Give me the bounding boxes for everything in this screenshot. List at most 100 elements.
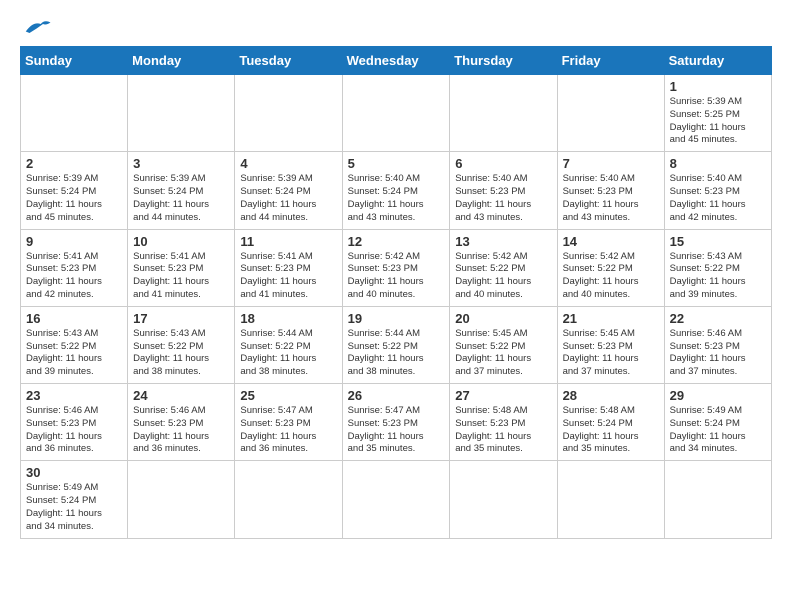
day-info: Sunrise: 5:45 AM Sunset: 5:23 PM Dayligh… bbox=[563, 328, 659, 379]
calendar-cell: 10Sunrise: 5:41 AM Sunset: 5:23 PM Dayli… bbox=[128, 229, 235, 306]
day-info: Sunrise: 5:46 AM Sunset: 5:23 PM Dayligh… bbox=[133, 405, 229, 456]
calendar-cell bbox=[450, 461, 557, 538]
day-info: Sunrise: 5:39 AM Sunset: 5:24 PM Dayligh… bbox=[26, 173, 122, 224]
day-info: Sunrise: 5:40 AM Sunset: 5:23 PM Dayligh… bbox=[670, 173, 766, 224]
calendar-cell: 11 Sunrise: 5:41 AM Sunset: 5:23 PM Dayli… bbox=[235, 229, 342, 306]
calendar-cell bbox=[450, 75, 557, 152]
calendar-cell bbox=[235, 461, 342, 538]
calendar-cell: 24 Sunrise: 5:46 AM Sunset: 5:23 PM Dayli… bbox=[128, 384, 235, 461]
calendar-cell: 30Sunrise: 5:49 AM Sunset: 5:24 PM Dayli… bbox=[21, 461, 128, 538]
day-info: Sunrise: 5:44 AM Sunset: 5:22 PM Dayligh… bbox=[240, 328, 336, 379]
day-info: Sunrise: 5:39 AM Sunset: 5:24 PM Dayligh… bbox=[240, 173, 336, 224]
calendar-cell: 27 Sunrise: 5:48 AM Sunset: 5:23 PM Dayli… bbox=[450, 384, 557, 461]
day-number: 5 bbox=[348, 156, 445, 171]
calendar-week-6: 30Sunrise: 5:49 AM Sunset: 5:24 PM Dayli… bbox=[21, 461, 772, 538]
day-number: 20 bbox=[455, 311, 551, 326]
day-number: 18 bbox=[240, 311, 336, 326]
day-number: 6 bbox=[455, 156, 551, 171]
page-header bbox=[20, 20, 772, 36]
day-number: 28 bbox=[563, 388, 659, 403]
calendar-cell: 1 Sunrise: 5:39 AM Sunset: 5:25 PM Daylig… bbox=[664, 75, 771, 152]
day-number: 16 bbox=[26, 311, 122, 326]
day-number: 29 bbox=[670, 388, 766, 403]
calendar-cell: 6Sunrise: 5:40 AM Sunset: 5:23 PM Daylig… bbox=[450, 152, 557, 229]
calendar-cell: 22Sunrise: 5:46 AM Sunset: 5:23 PM Dayli… bbox=[664, 306, 771, 383]
day-number: 23 bbox=[26, 388, 122, 403]
day-info: Sunrise: 5:47 AM Sunset: 5:23 PM Dayligh… bbox=[240, 405, 336, 456]
calendar-week-4: 16 Sunrise: 5:43 AM Sunset: 5:22 PM Dayli… bbox=[21, 306, 772, 383]
calendar-cell: 18 Sunrise: 5:44 AM Sunset: 5:22 PM Dayli… bbox=[235, 306, 342, 383]
calendar-week-5: 23 Sunrise: 5:46 AM Sunset: 5:23 PM Dayli… bbox=[21, 384, 772, 461]
day-info: Sunrise: 5:39 AM Sunset: 5:24 PM Dayligh… bbox=[133, 173, 229, 224]
calendar-cell: 13Sunrise: 5:42 AM Sunset: 5:22 PM Dayli… bbox=[450, 229, 557, 306]
day-number: 8 bbox=[670, 156, 766, 171]
day-info: Sunrise: 5:45 AM Sunset: 5:22 PM Dayligh… bbox=[455, 328, 551, 379]
day-info: Sunrise: 5:44 AM Sunset: 5:22 PM Dayligh… bbox=[348, 328, 445, 379]
day-number: 1 bbox=[670, 79, 766, 94]
weekday-header-sunday: Sunday bbox=[21, 47, 128, 75]
weekday-header-row: SundayMondayTuesdayWednesdayThursdayFrid… bbox=[21, 47, 772, 75]
day-info: Sunrise: 5:42 AM Sunset: 5:22 PM Dayligh… bbox=[563, 251, 659, 302]
day-info: Sunrise: 5:46 AM Sunset: 5:23 PM Dayligh… bbox=[26, 405, 122, 456]
day-number: 15 bbox=[670, 234, 766, 249]
calendar-cell: 26 Sunrise: 5:47 AM Sunset: 5:23 PM Dayli… bbox=[342, 384, 450, 461]
day-info: Sunrise: 5:39 AM Sunset: 5:25 PM Dayligh… bbox=[670, 96, 766, 147]
day-info: Sunrise: 5:40 AM Sunset: 5:24 PM Dayligh… bbox=[348, 173, 445, 224]
calendar-cell: 17Sunrise: 5:43 AM Sunset: 5:22 PM Dayli… bbox=[128, 306, 235, 383]
calendar-cell: 28 Sunrise: 5:48 AM Sunset: 5:24 PM Dayli… bbox=[557, 384, 664, 461]
day-info: Sunrise: 5:48 AM Sunset: 5:24 PM Dayligh… bbox=[563, 405, 659, 456]
day-info: Sunrise: 5:49 AM Sunset: 5:24 PM Dayligh… bbox=[670, 405, 766, 456]
calendar-cell bbox=[557, 75, 664, 152]
day-number: 2 bbox=[26, 156, 122, 171]
day-number: 27 bbox=[455, 388, 551, 403]
day-info: Sunrise: 5:43 AM Sunset: 5:22 PM Dayligh… bbox=[26, 328, 122, 379]
day-number: 11 bbox=[240, 234, 336, 249]
day-number: 22 bbox=[670, 311, 766, 326]
calendar-cell bbox=[235, 75, 342, 152]
calendar-cell: 9Sunrise: 5:41 AM Sunset: 5:23 PM Daylig… bbox=[21, 229, 128, 306]
calendar-cell: 20 Sunrise: 5:45 AM Sunset: 5:22 PM Dayli… bbox=[450, 306, 557, 383]
calendar-week-1: 1 Sunrise: 5:39 AM Sunset: 5:25 PM Daylig… bbox=[21, 75, 772, 152]
day-number: 21 bbox=[563, 311, 659, 326]
weekday-header-monday: Monday bbox=[128, 47, 235, 75]
calendar-cell: 2 Sunrise: 5:39 AM Sunset: 5:24 PM Daylig… bbox=[21, 152, 128, 229]
calendar-cell: 14 Sunrise: 5:42 AM Sunset: 5:22 PM Dayli… bbox=[557, 229, 664, 306]
weekday-header-saturday: Saturday bbox=[664, 47, 771, 75]
calendar-week-2: 2 Sunrise: 5:39 AM Sunset: 5:24 PM Daylig… bbox=[21, 152, 772, 229]
calendar-cell bbox=[342, 75, 450, 152]
day-info: Sunrise: 5:47 AM Sunset: 5:23 PM Dayligh… bbox=[348, 405, 445, 456]
calendar-cell bbox=[21, 75, 128, 152]
calendar-table: SundayMondayTuesdayWednesdayThursdayFrid… bbox=[20, 46, 772, 539]
calendar-cell: 25 Sunrise: 5:47 AM Sunset: 5:23 PM Dayli… bbox=[235, 384, 342, 461]
day-number: 24 bbox=[133, 388, 229, 403]
day-number: 7 bbox=[563, 156, 659, 171]
calendar-cell: 16 Sunrise: 5:43 AM Sunset: 5:22 PM Dayli… bbox=[21, 306, 128, 383]
logo bbox=[20, 20, 52, 36]
day-number: 14 bbox=[563, 234, 659, 249]
calendar-cell: 21 Sunrise: 5:45 AM Sunset: 5:23 PM Dayli… bbox=[557, 306, 664, 383]
day-info: Sunrise: 5:43 AM Sunset: 5:22 PM Dayligh… bbox=[670, 251, 766, 302]
calendar-cell: 29 Sunrise: 5:49 AM Sunset: 5:24 PM Dayli… bbox=[664, 384, 771, 461]
weekday-header-thursday: Thursday bbox=[450, 47, 557, 75]
calendar-cell bbox=[128, 461, 235, 538]
calendar-cell bbox=[128, 75, 235, 152]
calendar-cell: 12Sunrise: 5:42 AM Sunset: 5:23 PM Dayli… bbox=[342, 229, 450, 306]
weekday-header-tuesday: Tuesday bbox=[235, 47, 342, 75]
calendar-cell: 19Sunrise: 5:44 AM Sunset: 5:22 PM Dayli… bbox=[342, 306, 450, 383]
day-number: 4 bbox=[240, 156, 336, 171]
day-number: 3 bbox=[133, 156, 229, 171]
day-info: Sunrise: 5:42 AM Sunset: 5:22 PM Dayligh… bbox=[455, 251, 551, 302]
day-info: Sunrise: 5:40 AM Sunset: 5:23 PM Dayligh… bbox=[563, 173, 659, 224]
day-info: Sunrise: 5:41 AM Sunset: 5:23 PM Dayligh… bbox=[240, 251, 336, 302]
day-info: Sunrise: 5:43 AM Sunset: 5:22 PM Dayligh… bbox=[133, 328, 229, 379]
weekday-header-wednesday: Wednesday bbox=[342, 47, 450, 75]
day-info: Sunrise: 5:49 AM Sunset: 5:24 PM Dayligh… bbox=[26, 482, 122, 533]
day-number: 26 bbox=[348, 388, 445, 403]
day-number: 25 bbox=[240, 388, 336, 403]
weekday-header-friday: Friday bbox=[557, 47, 664, 75]
day-number: 12 bbox=[348, 234, 445, 249]
calendar-cell: 7 Sunrise: 5:40 AM Sunset: 5:23 PM Daylig… bbox=[557, 152, 664, 229]
day-number: 9 bbox=[26, 234, 122, 249]
calendar-cell bbox=[342, 461, 450, 538]
day-info: Sunrise: 5:48 AM Sunset: 5:23 PM Dayligh… bbox=[455, 405, 551, 456]
